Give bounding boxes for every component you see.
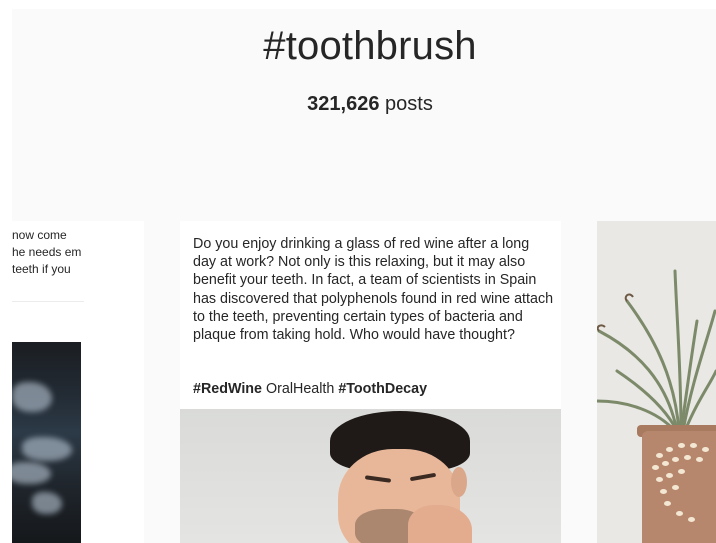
caption-fragment-line: teeth if you	[12, 262, 71, 276]
pot-dot	[672, 457, 679, 462]
hashtag-link[interactable]: #ToothDecay	[338, 381, 427, 397]
post-hashtags: #RedWine OralHealth #ToothDecay	[193, 381, 427, 397]
xray-tooth-shape	[12, 382, 52, 412]
pot-dot	[662, 461, 669, 466]
pot-dot	[676, 511, 683, 516]
pot-dot	[684, 455, 691, 460]
pot-dot	[678, 469, 685, 474]
pot-dot	[696, 457, 703, 462]
pot-dot	[666, 473, 673, 478]
post-count: 321,626 posts	[0, 93, 716, 116]
plant-pot	[642, 431, 716, 543]
post-caption-fragment: now come he needs em teeth if you	[12, 227, 132, 278]
post-card-left[interactable]: now come he needs em teeth if you	[12, 221, 144, 543]
xray-tooth-shape	[12, 462, 51, 484]
pot-dot	[652, 465, 659, 470]
caption-fragment-line: now come	[12, 228, 67, 242]
pot-dot	[678, 443, 685, 448]
photo-ear-shape	[451, 467, 467, 497]
post-count-number: 321,626	[307, 93, 380, 115]
post-count-label: posts	[385, 93, 433, 115]
pot-dot	[672, 485, 679, 490]
photo-hand-shape	[408, 505, 472, 543]
post-image-xray[interactable]	[12, 342, 81, 543]
pot-dot	[664, 501, 671, 506]
post-card-center[interactable]: Do you enjoy drinking a glass of red win…	[180, 221, 561, 543]
hashtag-text: OralHealth	[265, 381, 335, 397]
pot-dot	[656, 453, 663, 458]
plant-icon	[597, 269, 716, 433]
post-caption: Do you enjoy drinking a glass of red win…	[193, 236, 554, 344]
pot-dot	[656, 477, 663, 482]
xray-tooth-shape	[22, 437, 72, 461]
post-image-man-toothache[interactable]	[180, 409, 561, 543]
pot-dot	[702, 447, 709, 452]
pot-dot	[690, 443, 697, 448]
pot-dot	[688, 517, 695, 522]
post-card-right[interactable]	[597, 221, 716, 543]
hashtag-link[interactable]: #RedWine	[193, 381, 262, 397]
pot-dot	[666, 447, 673, 452]
caption-fragment-line: he needs em	[12, 245, 82, 259]
pot-dot	[660, 489, 667, 494]
hashtag-title: #toothbrush	[263, 24, 477, 68]
divider	[12, 301, 84, 302]
xray-tooth-shape	[32, 492, 62, 514]
